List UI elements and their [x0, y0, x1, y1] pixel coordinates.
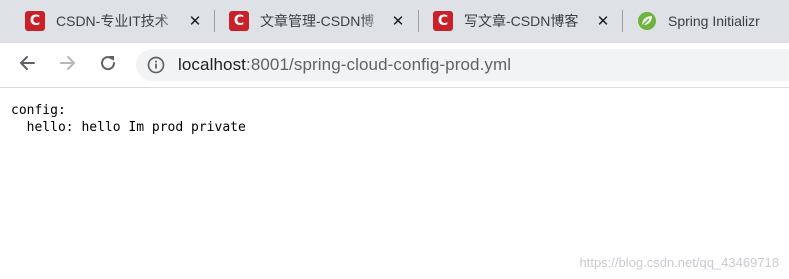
close-icon[interactable]: ✕ [389, 12, 407, 30]
yaml-line: config: [11, 103, 66, 118]
close-icon[interactable]: ✕ [594, 12, 612, 30]
tab-article-manage[interactable]: C 文章管理-CSDN博 ✕ [229, 0, 419, 43]
arrow-left-icon [18, 54, 36, 77]
tab-title: Spring Initializr [668, 13, 760, 29]
back-button[interactable] [11, 49, 43, 81]
tab-divider [622, 10, 623, 32]
forward-button[interactable] [52, 49, 84, 81]
tab-spring-initializr[interactable]: Spring Initializr [637, 0, 789, 43]
address-bar[interactable]: localhost:8001/spring-cloud-config-prod.… [136, 49, 789, 81]
watermark: https://blog.csdn.net/qq_43469718 [579, 255, 780, 270]
tab-divider [214, 10, 215, 32]
spring-leaf-icon [637, 11, 657, 31]
tab-title: 写文章-CSDN博客 [464, 13, 579, 29]
csdn-icon: C [433, 11, 453, 31]
url-text[interactable]: localhost:8001/spring-cloud-config-prod.… [178, 49, 511, 81]
tab-strip: C CSDN-专业IT技术 ✕ C 文章管理-CSDN博 ✕ C 写文章-CSD… [0, 0, 789, 43]
csdn-icon: C [229, 11, 249, 31]
csdn-icon: C [25, 11, 45, 31]
browser-toolbar: localhost:8001/spring-cloud-config-prod.… [0, 43, 789, 87]
tab-csdn-home[interactable]: C CSDN-专业IT技术 ✕ [25, 0, 215, 43]
info-icon[interactable] [146, 55, 166, 75]
yaml-document: config: hello: hello Im prod private [11, 102, 246, 136]
yaml-line: hello: hello Im prod private [11, 120, 246, 135]
url-host: localhost [178, 55, 246, 74]
close-icon[interactable]: ✕ [186, 12, 204, 30]
tab-write-article[interactable]: C 写文章-CSDN博客 ✕ [433, 0, 623, 43]
tab-divider [418, 10, 419, 32]
reload-icon [99, 54, 117, 77]
url-path: :8001/spring-cloud-config-prod.yml [246, 55, 512, 74]
arrow-right-icon [59, 54, 77, 77]
page-content: config: hello: hello Im prod private htt… [0, 88, 789, 279]
reload-button[interactable] [92, 49, 124, 81]
